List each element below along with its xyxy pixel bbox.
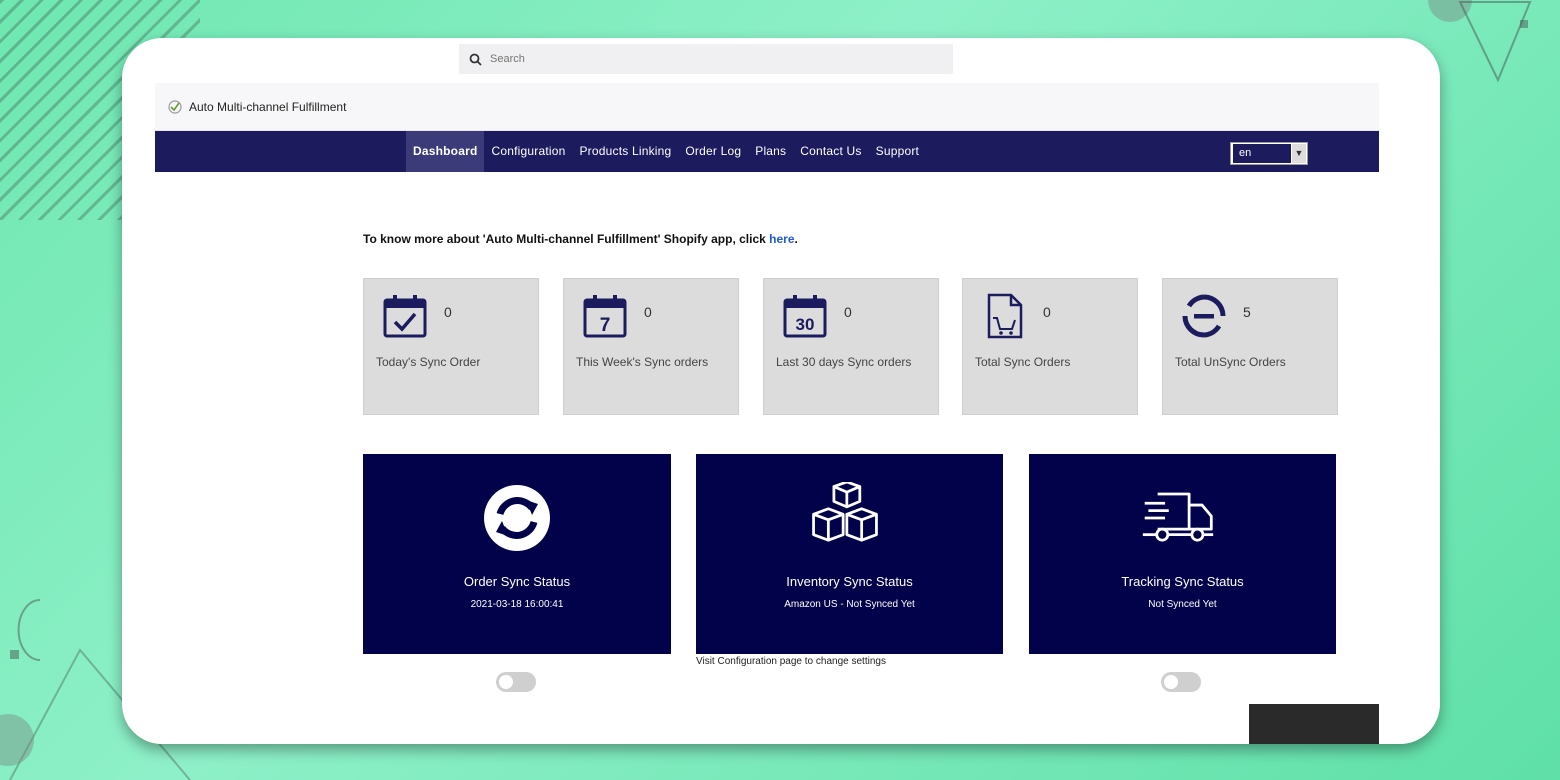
tracking-sync-tile[interactable]: Tracking Sync Status Not Synced Yet — [1029, 454, 1336, 654]
calendar-check-icon — [383, 295, 427, 338]
tile-subtitle: Not Synced Yet — [1148, 599, 1217, 610]
chevron-down-icon: ▼ — [1292, 144, 1306, 163]
app-title: Auto Multi-channel Fulfillment — [189, 99, 347, 114]
tile-title: Order Sync Status — [463, 574, 571, 589]
tile-subtitle: 2021-03-18 16:00:41 — [470, 599, 564, 610]
stat-count: 0 — [1043, 304, 1051, 320]
stat-label: Total UnSync Orders — [1175, 355, 1286, 369]
nav-item-dashboard[interactable]: Dashboard — [406, 131, 485, 172]
stat-label: This Week's Sync orders — [576, 355, 709, 369]
document-cart-icon — [987, 293, 1023, 339]
stat-count: 0 — [644, 304, 652, 320]
tile-subtitle: Amazon US - Not Synced Yet — [784, 599, 915, 610]
info-message: To know more about 'Auto Multi-channel F… — [363, 232, 798, 246]
app-header: Auto Multi-channel Fulfillment — [155, 83, 1379, 131]
stat-card-week: 7 0 This Week's Sync orders — [563, 278, 739, 415]
tracking-sync-toggle[interactable] — [1161, 672, 1201, 692]
boxes-icon — [812, 482, 878, 542]
nav-item-products-linking[interactable]: Products Linking — [572, 131, 678, 172]
sync-arrows-icon — [484, 485, 550, 551]
app-logo-icon — [168, 99, 182, 114]
tile-title: Inventory Sync Status — [786, 574, 913, 589]
stat-count: 0 — [444, 304, 452, 320]
stat-card-today: 0 Today's Sync Order — [363, 278, 539, 415]
main-navbar: Dashboard Configuration Products Linking… — [155, 131, 1379, 172]
nav-item-contact-us[interactable]: Contact Us — [793, 131, 868, 172]
stat-card-total-unsync: 5 Total UnSync Orders — [1162, 278, 1338, 415]
nav-item-configuration[interactable]: Configuration — [484, 131, 572, 172]
app-frame: Auto Multi-channel Fulfillment Dashboard… — [122, 38, 1440, 744]
toggle-knob — [1164, 675, 1178, 689]
unsync-icon — [1182, 294, 1226, 338]
delivery-truck-icon — [1142, 492, 1214, 542]
footer-button[interactable] — [1249, 704, 1379, 744]
stat-label: Today's Sync Order — [376, 355, 481, 369]
stat-card-total-sync: 0 Total Sync Orders — [962, 278, 1138, 415]
nav-item-support[interactable]: Support — [869, 131, 926, 172]
language-select[interactable]: en ▼ — [1230, 142, 1308, 165]
search-input[interactable] — [490, 53, 910, 65]
info-suffix: . — [794, 232, 798, 246]
search-icon — [469, 53, 482, 66]
calendar-day-number: 30 — [796, 315, 815, 334]
toggle-knob — [499, 675, 513, 689]
info-text: To know more about 'Auto Multi-channel F… — [363, 232, 770, 246]
language-value: en — [1233, 144, 1291, 163]
order-sync-tile[interactable]: Order Sync Status 2021-03-18 16:00:41 — [363, 454, 671, 654]
calendar-7-icon: 7 — [583, 295, 627, 338]
search-bar[interactable] — [459, 44, 953, 74]
calendar-30-icon: 30 — [783, 295, 827, 338]
stat-card-30-days: 30 0 Last 30 days Sync orders — [763, 278, 939, 415]
calendar-day-number: 7 — [600, 315, 611, 336]
stat-label: Total Sync Orders — [975, 355, 1071, 369]
nav-item-plans[interactable]: Plans — [748, 131, 793, 172]
info-link[interactable]: here — [769, 232, 794, 246]
stat-count: 0 — [844, 304, 852, 320]
configuration-hint: Visit Configuration page to change setti… — [696, 656, 886, 667]
stat-label: Last 30 days Sync orders — [776, 355, 912, 369]
inventory-sync-tile[interactable]: Inventory Sync Status Amazon US - Not Sy… — [696, 454, 1003, 654]
order-sync-toggle[interactable] — [496, 672, 536, 692]
nav-menu: Dashboard Configuration Products Linking… — [406, 131, 926, 172]
tile-title: Tracking Sync Status — [1121, 574, 1244, 589]
stat-count: 5 — [1243, 304, 1251, 320]
nav-item-order-log[interactable]: Order Log — [678, 131, 748, 172]
